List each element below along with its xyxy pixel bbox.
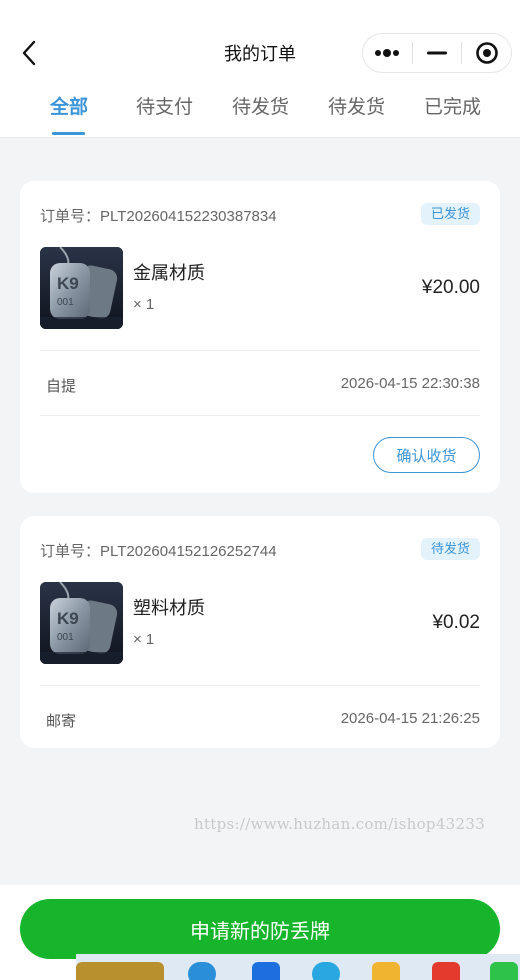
confirm-receipt-button[interactable]: 确认收货 (373, 437, 480, 473)
edge-browser-icon[interactable] (188, 962, 216, 980)
product-image: K9 001 (40, 582, 123, 664)
watermark-text: https://www.huzhan.com/ishop43233 (194, 815, 486, 833)
close-program-button[interactable] (462, 34, 511, 72)
order-card[interactable]: 订单号：PLT20260415212625274​4 待发货 K9 001 塑料… (20, 516, 500, 748)
order-number: 订单号：PLT20260415223038783​4 (40, 208, 277, 225)
tab-all[interactable]: 全部 (50, 92, 88, 136)
office-app-icon[interactable] (432, 962, 460, 980)
order-card[interactable]: 订单号：PLT20260415223038783​4 已发货 K9 001 金属… (20, 181, 500, 493)
dog-tag-image: K9 001 (40, 247, 123, 329)
svg-text:001: 001 (57, 297, 74, 308)
os-taskbar (76, 954, 520, 980)
minimize-button[interactable] (413, 34, 462, 72)
dog-tag-image: K9 001 (40, 582, 123, 664)
shipping-method: 邮寄 (46, 713, 77, 730)
more-button[interactable] (363, 34, 412, 72)
svg-text:K9: K9 (57, 609, 79, 628)
folder-icon[interactable] (372, 962, 400, 980)
top-bar: 我的订单 全部 待支付 待发货 待发货 已完成 (0, 0, 520, 138)
divider (40, 685, 480, 686)
product-image: K9 001 (40, 247, 123, 329)
status-badge: 待发货 (420, 538, 480, 560)
order-number: 订单号：PLT20260415212625274​4 (40, 543, 277, 560)
order-price: ¥20.00 (421, 277, 480, 298)
app-arrow-icon[interactable] (252, 962, 280, 980)
divider (40, 415, 480, 416)
svg-text:K9: K9 (57, 274, 79, 293)
apply-new-tag-button[interactable]: 申请新的防丢牌 (20, 899, 500, 959)
shipping-method: 自提 (46, 378, 77, 395)
divider (40, 350, 480, 351)
wechat-icon[interactable] (490, 962, 518, 980)
tab-pending-shipment[interactable]: 待发货 (232, 92, 289, 136)
product-quantity: × 1 (133, 296, 155, 313)
tab-pending-payment[interactable]: 待支付 (136, 92, 193, 136)
mini-program-capsule (362, 33, 512, 73)
order-time: 2026-04-15 21:26:25 (340, 710, 480, 727)
order-price: ¥0.02 (432, 612, 480, 633)
product-name: 金属材质 (133, 263, 205, 283)
more-dots-icon (375, 49, 400, 57)
target-close-icon (475, 42, 498, 64)
app-thumbnail-icon[interactable] (76, 962, 164, 980)
product-quantity: × 1 (133, 631, 155, 648)
search-app-icon[interactable] (312, 962, 340, 980)
status-badge: 已发货 (420, 203, 480, 225)
tab-pending-shipment-2[interactable]: 待发货 (328, 92, 385, 136)
svg-text:001: 001 (57, 632, 74, 643)
tab-completed[interactable]: 已完成 (424, 92, 481, 136)
order-tabs: 全部 待支付 待发货 待发货 已完成 (0, 92, 520, 136)
order-time: 2026-04-15 22:30:38 (340, 375, 480, 392)
product-name: 塑料材质 (133, 598, 205, 618)
active-tab-indicator (52, 132, 85, 135)
minus-icon (427, 51, 447, 55)
